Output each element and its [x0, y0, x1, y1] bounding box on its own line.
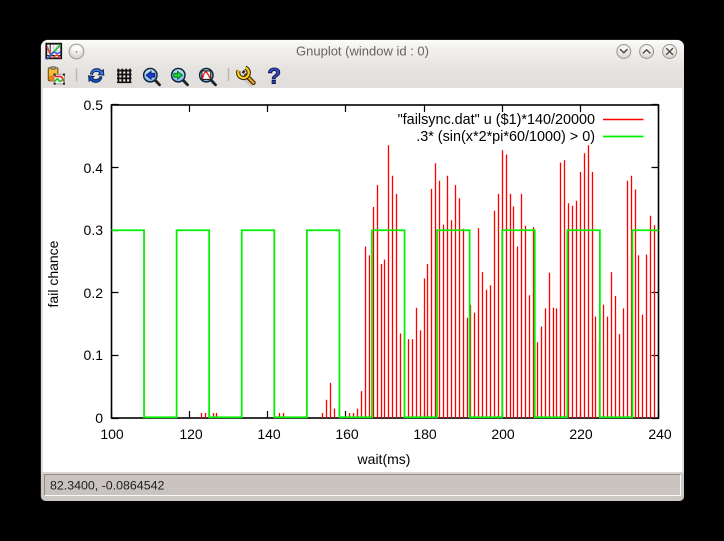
svg-text:0: 0 [95, 410, 103, 426]
svg-text:0.2: 0.2 [84, 285, 104, 301]
svg-text:fail chance: fail chance [45, 240, 61, 307]
svg-text:100: 100 [100, 426, 124, 442]
svg-text:120: 120 [179, 426, 203, 442]
svg-text:160: 160 [335, 426, 359, 442]
svg-text:200: 200 [491, 426, 515, 442]
svg-text:"failsync.dat" u ($1)*140/2000: "failsync.dat" u ($1)*140/20000 [398, 112, 595, 128]
svg-text:220: 220 [569, 426, 593, 442]
svg-text:0.1: 0.1 [84, 347, 104, 363]
svg-text:.3* (sin(x*2*pi*60/1000) > 0): .3* (sin(x*2*pi*60/1000) > 0) [416, 129, 595, 145]
svg-text:180: 180 [413, 426, 437, 442]
svg-text:140: 140 [257, 426, 281, 442]
svg-text:0.5: 0.5 [84, 97, 104, 113]
svg-text:0.3: 0.3 [84, 222, 104, 238]
svg-text:0.4: 0.4 [84, 160, 104, 176]
svg-text:wait(ms): wait(ms) [357, 451, 411, 467]
svg-text:240: 240 [648, 426, 672, 442]
